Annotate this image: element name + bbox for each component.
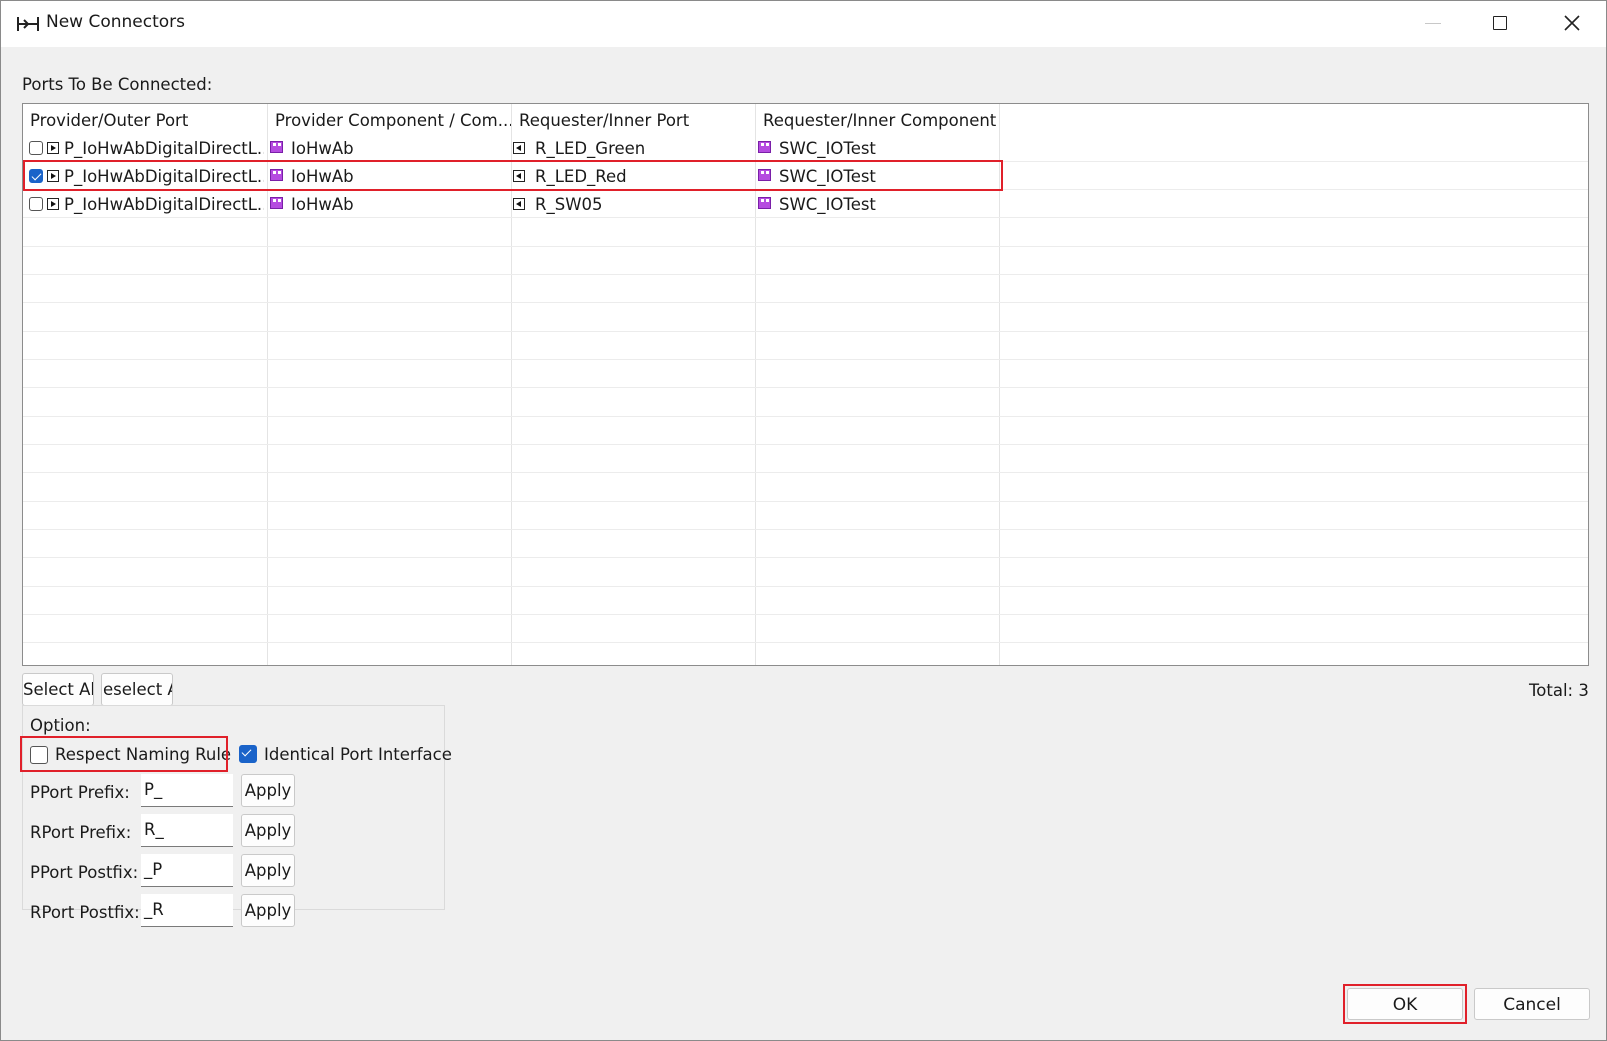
- row-checkbox[interactable]: [29, 197, 43, 211]
- ports-table[interactable]: Provider/Outer Port Provider Component /…: [22, 103, 1589, 666]
- new-connectors-dialog: New Connectors Ports To Be Connected: Pr…: [0, 0, 1607, 1041]
- provider-component-cell: IoHwAb: [291, 139, 354, 158]
- requester-port-cell: R_LED_Green: [535, 139, 646, 158]
- rport-prefix-apply-button[interactable]: Apply: [241, 814, 295, 847]
- row-checkbox[interactable]: [29, 141, 43, 155]
- row-divider: [23, 614, 1588, 615]
- row-divider: [23, 387, 1588, 388]
- row-divider: [23, 557, 1588, 558]
- title-bar: New Connectors: [1, 1, 1606, 47]
- identical-port-interface-checkbox[interactable]: [239, 745, 257, 763]
- maximize-button[interactable]: [1467, 1, 1537, 47]
- naming-rule-highlight: [20, 736, 228, 772]
- row-divider: [23, 302, 1588, 303]
- column-header-requester-port[interactable]: Requester/Inner Port: [512, 104, 756, 136]
- minimize-button[interactable]: [1399, 1, 1469, 47]
- identical-port-interface-label[interactable]: Identical Port Interface: [264, 745, 452, 764]
- total-count: Total: 3: [1529, 681, 1589, 700]
- provider-component-cell: IoHwAb: [291, 195, 354, 214]
- row-divider: [23, 274, 1588, 275]
- cancel-button[interactable]: Cancel: [1474, 988, 1590, 1020]
- select-all-button[interactable]: Select Al: [22, 673, 94, 706]
- row-divider: [23, 529, 1588, 530]
- pport-postfix-input[interactable]: _P: [141, 854, 233, 887]
- selected-row-highlight: [23, 160, 1003, 191]
- row-divider: [23, 642, 1588, 643]
- requester-port-icon: [513, 198, 525, 210]
- maximize-icon: [1493, 16, 1507, 30]
- rport-postfix-label: RPort Postfix:: [30, 903, 140, 922]
- pport-postfix-label: PPort Postfix:: [30, 863, 139, 882]
- pport-prefix-apply-button[interactable]: Apply: [241, 774, 295, 807]
- requester-component-cell: SWC_IOTest: [779, 139, 876, 158]
- pport-postfix-apply-button[interactable]: Apply: [241, 854, 295, 887]
- pport-prefix-input[interactable]: P_: [141, 774, 233, 807]
- minimize-icon: [1425, 23, 1441, 24]
- column-header-provider-component[interactable]: Provider Component / Com...: [268, 104, 512, 136]
- ok-button-highlight: [1343, 984, 1467, 1024]
- window-title: New Connectors: [46, 12, 186, 32]
- ports-to-be-connected-label: Ports To Be Connected:: [22, 75, 213, 94]
- rport-postfix-input[interactable]: _R: [141, 894, 233, 927]
- row-divider: [23, 359, 1588, 360]
- provider-port-icon: [47, 142, 59, 154]
- component-icon: [758, 197, 771, 209]
- deselect-all-button[interactable]: eselect A: [101, 673, 173, 706]
- connector-icon: [17, 17, 39, 31]
- component-icon: [270, 141, 283, 153]
- component-icon: [758, 141, 771, 153]
- rport-prefix-input[interactable]: R_: [141, 814, 233, 847]
- provider-port-cell: P_IoHwAbDigitalDirectL...: [64, 139, 264, 158]
- rport-prefix-label: RPort Prefix:: [30, 823, 132, 842]
- row-divider: [23, 501, 1588, 502]
- row-divider: [23, 472, 1588, 473]
- pport-prefix-label: PPort Prefix:: [30, 783, 130, 802]
- row-divider: [23, 331, 1588, 332]
- requester-component-cell: SWC_IOTest: [779, 195, 876, 214]
- row-divider: [23, 246, 1588, 247]
- row-divider: [23, 416, 1588, 417]
- close-icon: [1564, 15, 1580, 31]
- rport-postfix-apply-button[interactable]: Apply: [241, 894, 295, 927]
- table-header: Provider/Outer Port Provider Component /…: [23, 104, 1588, 136]
- column-header-provider-port[interactable]: Provider/Outer Port: [23, 104, 268, 136]
- close-button[interactable]: [1538, 1, 1606, 47]
- option-title: Option:: [30, 716, 91, 735]
- component-icon: [270, 197, 283, 209]
- row-divider: [23, 586, 1588, 587]
- requester-port-icon: [513, 142, 525, 154]
- provider-port-cell: P_IoHwAbDigitalDirectL...: [64, 195, 264, 214]
- column-header-requester-component[interactable]: Requester/Inner Component: [756, 104, 1000, 136]
- requester-port-cell: R_SW05: [535, 195, 603, 214]
- provider-port-icon: [47, 198, 59, 210]
- row-divider: [23, 444, 1588, 445]
